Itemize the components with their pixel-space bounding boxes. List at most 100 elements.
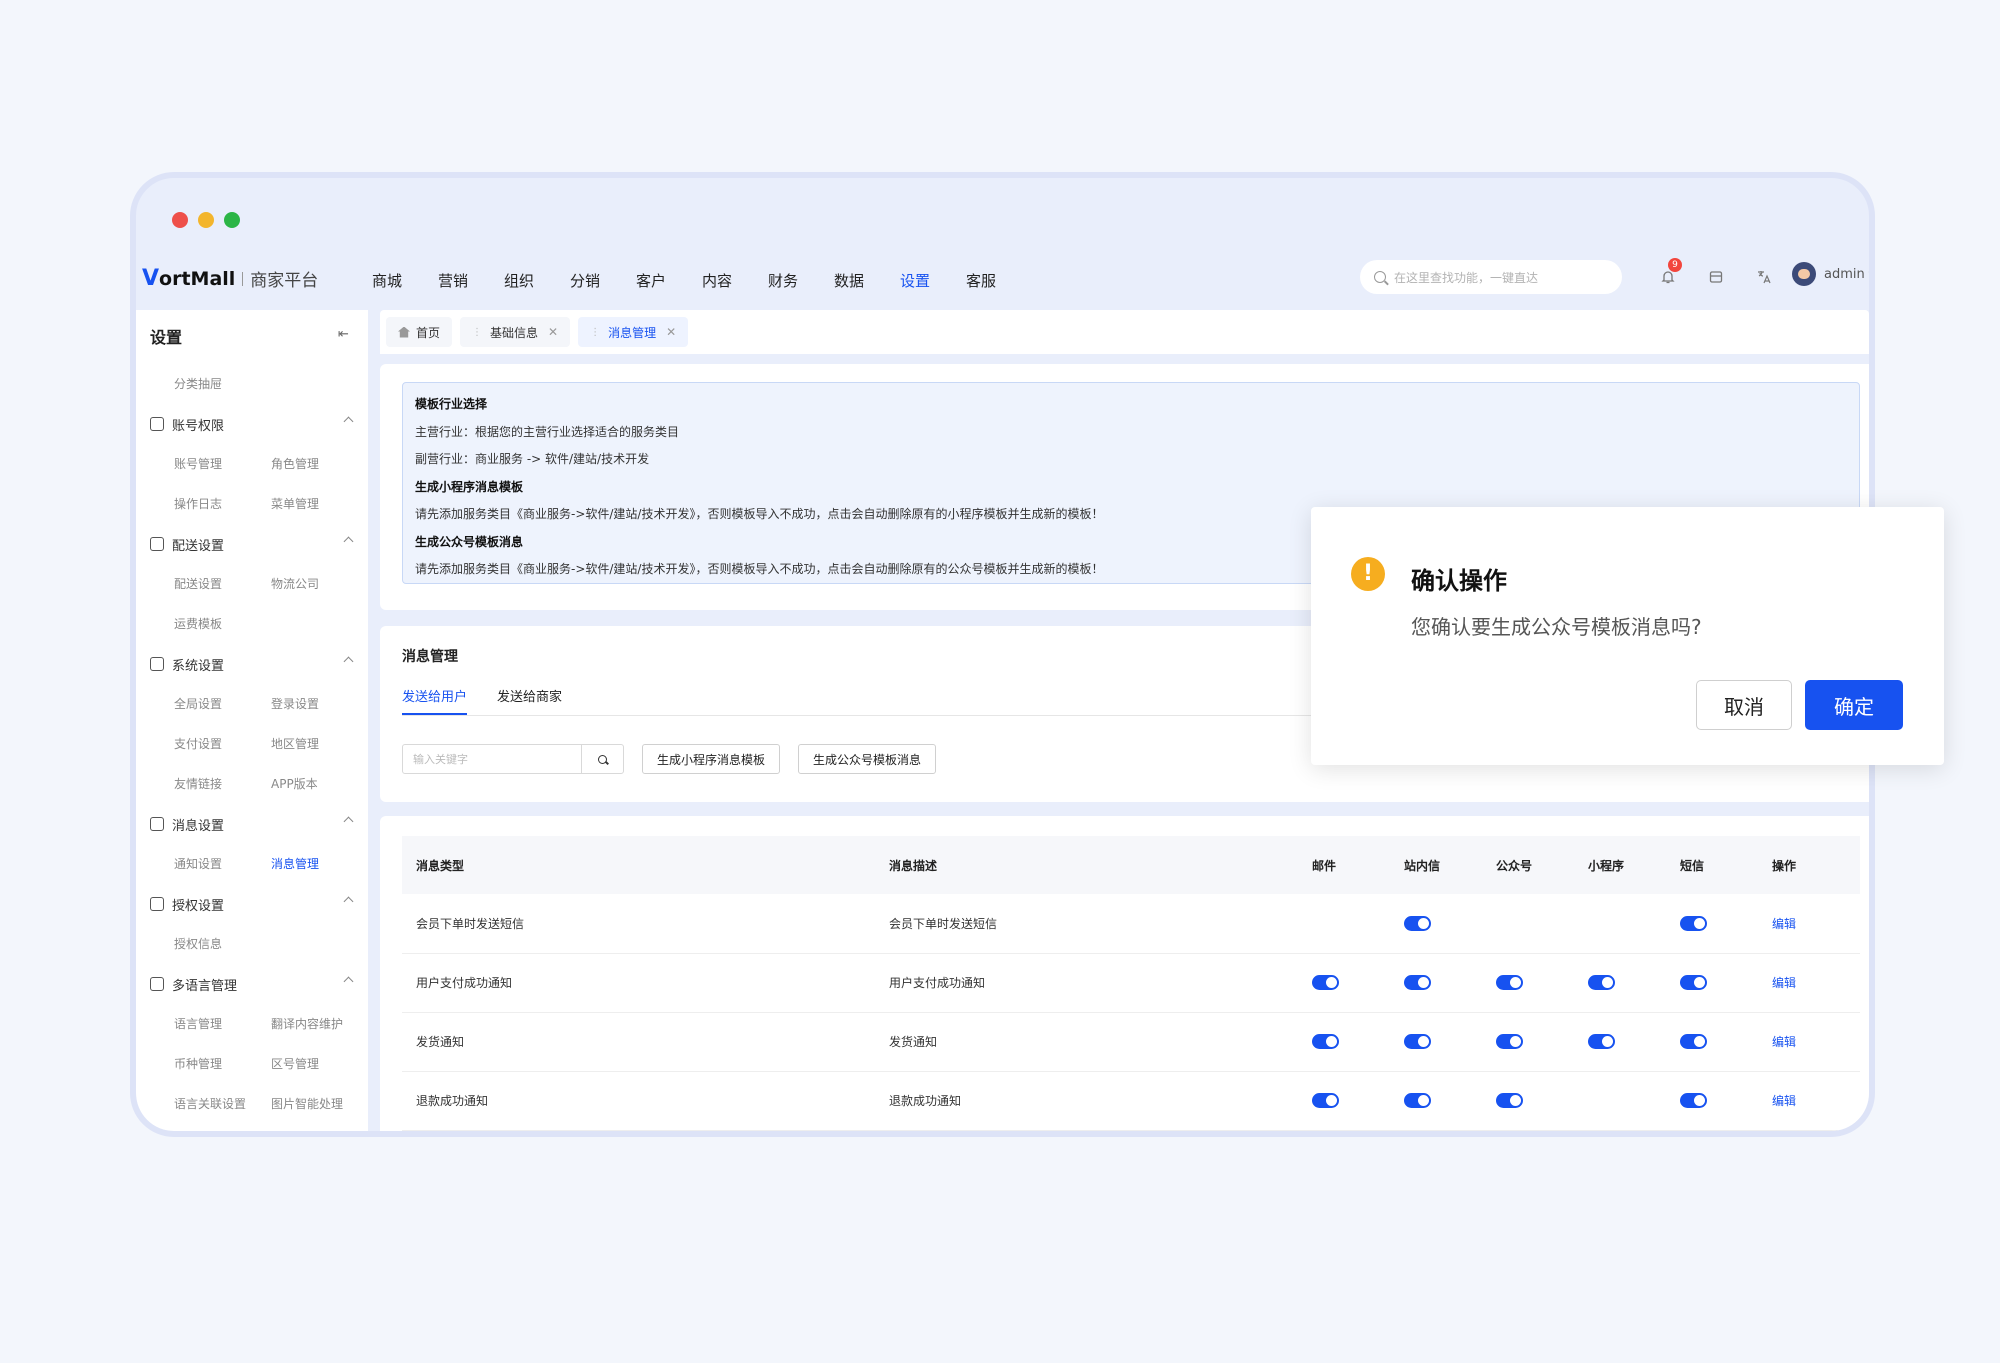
nav-item-0[interactable]: 商城 — [372, 270, 438, 291]
sidebar-item[interactable]: 操作日志 — [174, 484, 271, 524]
tab-1[interactable]: ⋮ 基础信息 ✕ — [460, 317, 571, 347]
sidebar-group-items: 全局设置 登录设置 支付设置 地区管理 友情链接 APP版本 — [136, 684, 368, 804]
nav-item-6[interactable]: 财务 — [768, 270, 834, 291]
nav-item-1[interactable]: 营销 — [438, 270, 504, 291]
confirm-button[interactable]: 确定 — [1805, 680, 1903, 730]
sidebar-item[interactable]: 地区管理 — [271, 724, 368, 764]
toggle-switch[interactable] — [1404, 1034, 1431, 1049]
toggle-switch[interactable] — [1680, 1034, 1707, 1049]
sidebar-item[interactable]: 运费模板 — [174, 604, 271, 644]
sidebar-group-header[interactable]: 系统设置 — [136, 644, 368, 684]
sidebar-item-category-drawer[interactable]: 分类抽屉 — [174, 364, 271, 404]
sidebar-item[interactable]: 授权信息 — [174, 924, 271, 964]
sidebar-group: 系统设置 全局设置 登录设置 支付设置 地区管理 友情链接 APP版本 — [136, 644, 368, 804]
nav-item-5[interactable]: 内容 — [702, 270, 768, 291]
sidebar-item[interactable]: 支付设置 — [174, 724, 271, 764]
nav-item-7[interactable]: 数据 — [834, 270, 900, 291]
toggle-switch[interactable] — [1680, 1093, 1707, 1108]
generate-mini-program-template-button[interactable]: 生成小程序消息模板 — [642, 744, 781, 774]
channel-cell — [1574, 894, 1666, 954]
column-header: 站内信 — [1390, 836, 1482, 894]
toggle-switch[interactable] — [1496, 975, 1523, 990]
nav-item-3[interactable]: 分销 — [570, 270, 636, 291]
tab-label: 消息管理 — [608, 325, 657, 340]
nav-item-2[interactable]: 组织 — [504, 270, 570, 291]
edit-link[interactable]: 编辑 — [1772, 917, 1796, 931]
sidebar-item[interactable]: 翻译内容维护 — [271, 1004, 368, 1044]
toggle-switch[interactable] — [1312, 1093, 1339, 1108]
sidebar-item[interactable]: 通知设置 — [174, 844, 271, 884]
logo[interactable]: V ortMall 商家平台 — [142, 266, 318, 291]
toggle-switch[interactable] — [1404, 1093, 1431, 1108]
info-line: 模板行业选择 — [415, 397, 488, 411]
bell-icon[interactable]: 9 — [1644, 258, 1692, 288]
edit-link[interactable]: 编辑 — [1772, 976, 1796, 990]
sidebar-item[interactable]: 全局设置 — [174, 684, 271, 724]
sidebar-group-items: 授权信息 — [136, 924, 368, 964]
sidebar-item[interactable]: 币种管理 — [174, 1044, 271, 1084]
toggle-switch[interactable] — [1496, 1093, 1523, 1108]
toggle-switch[interactable] — [1588, 1034, 1615, 1049]
keyword-input[interactable] — [403, 745, 582, 773]
collapse-sidebar-icon[interactable]: ⇤ — [338, 327, 349, 342]
toggle-switch[interactable] — [1496, 1034, 1523, 1049]
minimize-window-button[interactable] — [198, 212, 214, 228]
sidebar-item[interactable]: APP版本 — [271, 764, 368, 804]
message-table-card: 消息类型 消息描述 邮件 站内信 公众号 小程序 短信 操作 会员下单时发送短信 会员下单时发送… — [380, 816, 1869, 1131]
toggle-switch[interactable] — [1404, 915, 1431, 931]
sidebar-item[interactable]: 消息管理 — [271, 844, 368, 884]
store-icon[interactable] — [1692, 266, 1740, 288]
maximize-window-button[interactable] — [224, 212, 240, 228]
sidebar-item[interactable]: 语言管理 — [174, 1004, 271, 1044]
message-tab-0[interactable]: 发送给用户 — [402, 686, 468, 715]
avatar — [1792, 262, 1816, 286]
message-tab-1[interactable]: 发送给商家 — [497, 686, 562, 715]
table-row: 会员下单时发送短信 会员下单时发送短信 编辑 — [402, 894, 1860, 954]
toggle-switch[interactable] — [1312, 975, 1339, 990]
info-line: 生成小程序消息模板 — [415, 479, 524, 494]
sidebar-group-header[interactable]: 多语言管理 — [136, 964, 368, 1004]
nav-item-8[interactable]: 设置 — [900, 270, 966, 291]
chevron-down-icon: ▼ — [1868, 269, 1875, 279]
sidebar-group-header[interactable]: 授权设置 — [136, 884, 368, 924]
nav-item-9[interactable]: 客服 — [966, 270, 1032, 291]
sidebar-item[interactable]: 角色管理 — [271, 444, 368, 484]
tab-0[interactable]: 首页 — [386, 317, 453, 347]
toggle-switch[interactable] — [1588, 975, 1615, 990]
nav-item-4[interactable]: 客户 — [636, 270, 702, 291]
sidebar-group-header[interactable]: 账号权限 — [136, 404, 368, 444]
sidebar-group-header[interactable]: 消息设置 — [136, 804, 368, 844]
sidebar-item[interactable]: 语言关联设置 — [174, 1084, 271, 1124]
sidebar-item[interactable]: 菜单管理 — [271, 484, 368, 524]
edit-link[interactable]: 编辑 — [1772, 1035, 1796, 1049]
toggle-switch[interactable] — [1312, 1034, 1339, 1049]
toggle-switch[interactable] — [1680, 975, 1707, 990]
tab-2[interactable]: ⋮ 消息管理 ✕ — [578, 317, 689, 347]
user-menu[interactable]: admin ▼ — [1792, 262, 1875, 286]
table-row: 退款成功通知 退款成功通知 编辑 — [402, 1071, 1860, 1131]
sidebar-item[interactable]: 物流公司 — [271, 564, 368, 604]
close-icon[interactable]: ✕ — [548, 325, 558, 339]
sidebar-group-header[interactable]: 配送设置 — [136, 524, 368, 564]
search-button[interactable] — [581, 745, 623, 773]
close-window-button[interactable] — [172, 212, 188, 228]
sidebar-group: 授权设置 授权信息 — [136, 884, 368, 964]
sidebar-item[interactable]: 登录设置 — [271, 684, 368, 724]
page-tabs: 首页 ⋮ 基础信息 ✕ ⋮ 消息管理 ✕ — [380, 310, 1869, 354]
close-icon[interactable]: ✕ — [666, 325, 676, 339]
translate-icon[interactable] — [1740, 266, 1788, 288]
sidebar-item[interactable]: 图片智能处理 — [271, 1084, 368, 1124]
cancel-button[interactable]: 取消 — [1696, 680, 1792, 730]
toggle-switch[interactable] — [1404, 975, 1431, 990]
translate-icon — [150, 977, 164, 991]
sidebar-item[interactable]: 账号管理 — [174, 444, 271, 484]
generate-official-account-template-button[interactable]: 生成公众号模板消息 — [798, 744, 937, 774]
sidebar-item[interactable]: 区号管理 — [271, 1044, 368, 1084]
edit-link[interactable]: 编辑 — [1772, 1094, 1796, 1108]
info-line: 副营行业：商业服务 -> 软件/建站/技术开发 — [415, 452, 650, 466]
global-search-input[interactable]: 在这里查找功能，一键直达 — [1360, 260, 1622, 294]
sidebar-item[interactable]: 友情链接 — [174, 764, 271, 804]
sidebar-top-items: 分类抽屉 — [136, 364, 368, 404]
toggle-switch[interactable] — [1680, 915, 1707, 931]
sidebar-item[interactable]: 配送设置 — [174, 564, 271, 604]
